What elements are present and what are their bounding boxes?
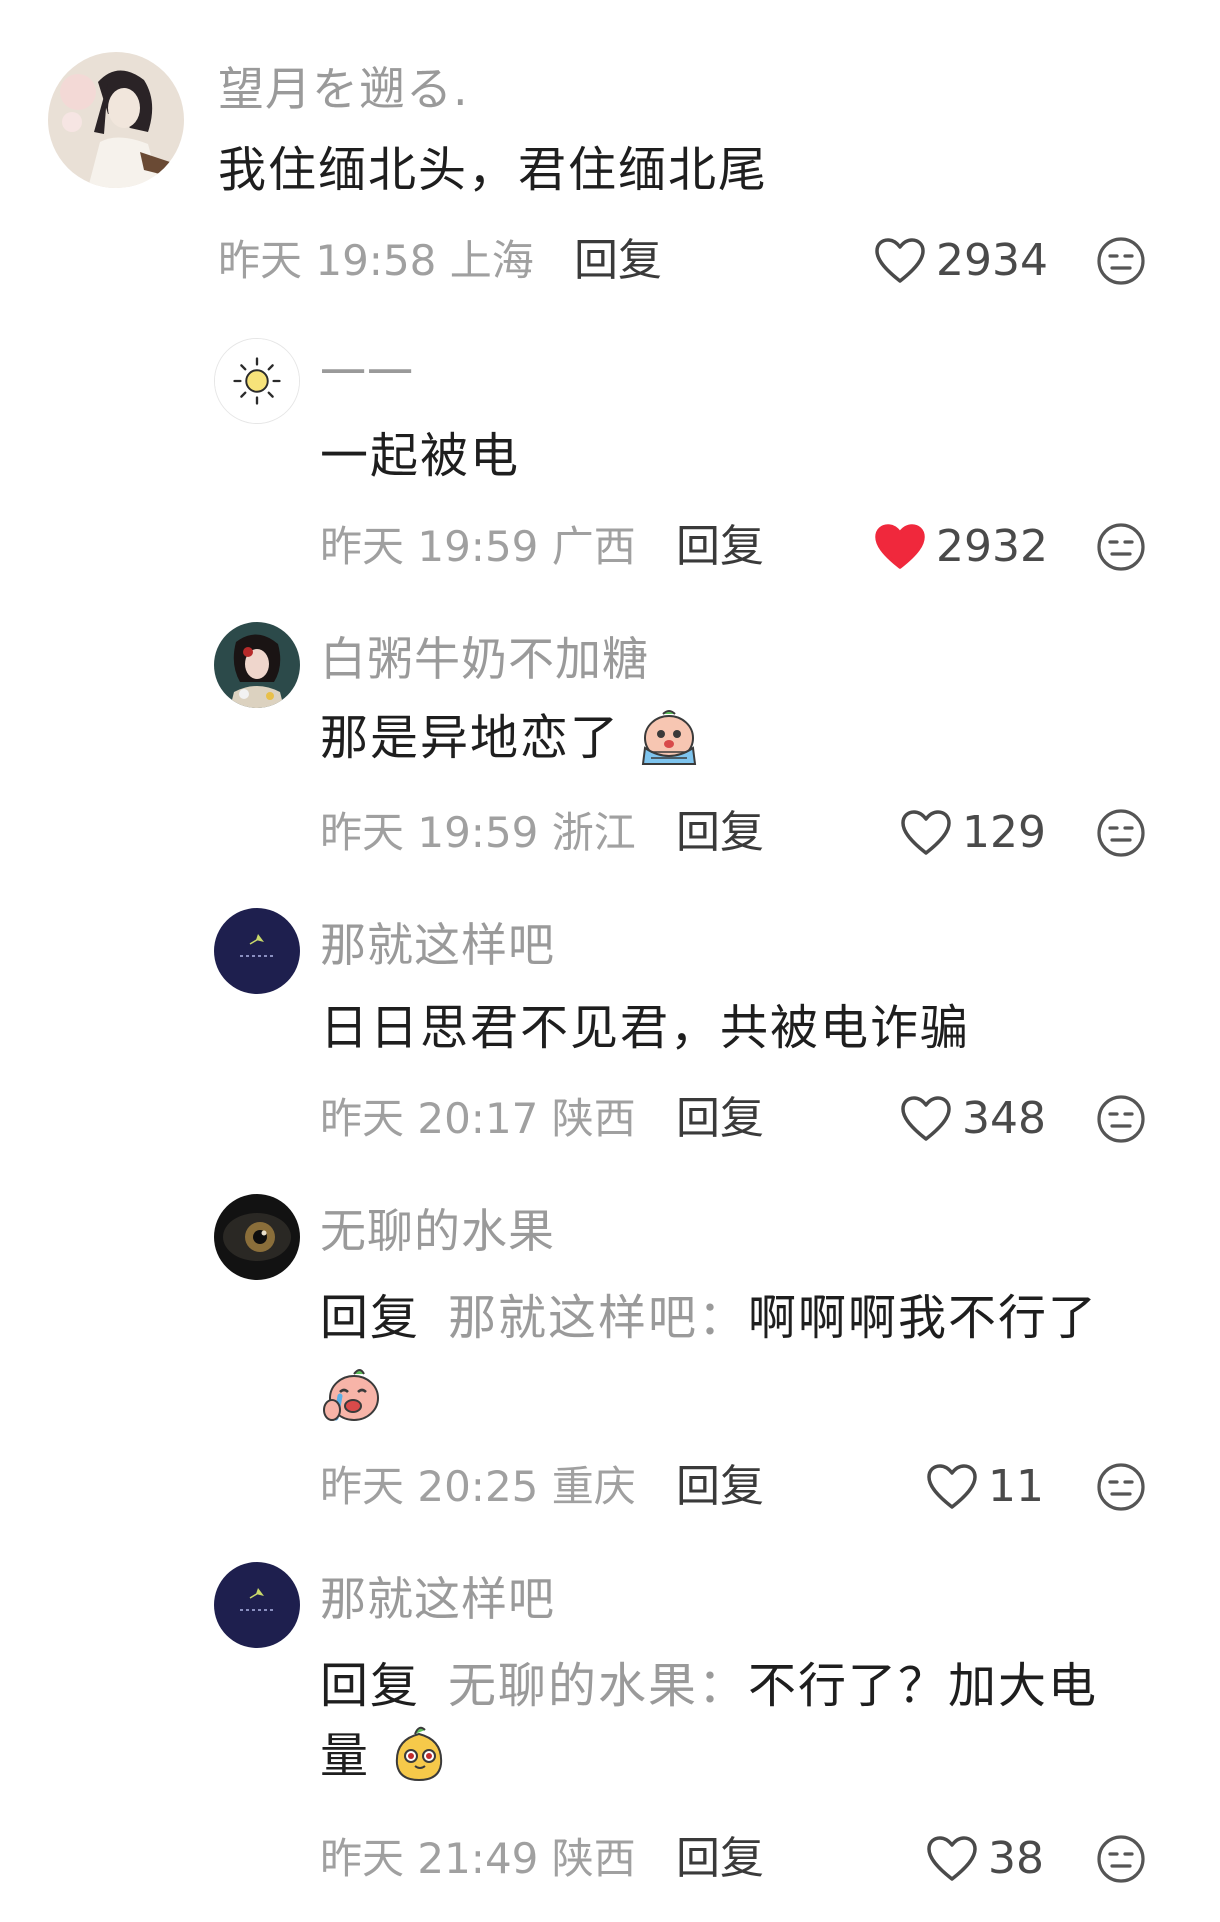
avatar[interactable]	[48, 52, 184, 188]
comment-text: 一起被电	[320, 428, 521, 484]
username[interactable]: 望月を遡る.	[218, 66, 469, 112]
dislike-face-icon	[1097, 1095, 1145, 1143]
like-button[interactable]: 348	[900, 1091, 1046, 1147]
comment-text-line2	[320, 1362, 384, 1426]
dislike-button[interactable]	[1096, 236, 1146, 286]
like-count: 2932	[936, 521, 1048, 572]
like-button[interactable]: 2932	[874, 519, 1048, 575]
like-button[interactable]: 2934	[874, 233, 1048, 289]
dislike-face-icon	[1097, 809, 1145, 857]
heart-icon	[901, 1096, 951, 1141]
crying-emoji	[637, 704, 701, 768]
comment-text: 日日思君不见君，共被电诈骗	[320, 1000, 971, 1056]
dislike-button[interactable]	[1096, 522, 1146, 572]
heart-icon	[927, 1464, 977, 1509]
comment-text: 我住缅北头，君住缅北尾	[218, 142, 769, 198]
avatar[interactable]	[214, 1562, 300, 1648]
heart-icon	[901, 810, 951, 855]
dislike-button[interactable]	[1096, 1462, 1146, 1512]
comment-meta: 昨天 20:17 陕西	[320, 1094, 636, 1143]
like-button[interactable]: 129	[900, 805, 1046, 861]
smug-emoji	[387, 1720, 451, 1784]
reply-target-link[interactable]: 那就这样吧：	[448, 1290, 748, 1346]
like-count: 38	[988, 1833, 1044, 1884]
reply-button[interactable]: 回复	[676, 811, 764, 855]
avatar[interactable]	[214, 622, 300, 708]
username[interactable]: 那就这样吧	[320, 922, 555, 968]
comment-text-body: 不行了？加大电	[748, 1658, 1099, 1714]
username[interactable]: 一一	[320, 350, 414, 396]
heart-icon	[875, 524, 925, 569]
reply-prefix: 回复	[320, 1658, 421, 1714]
username[interactable]: 白粥牛奶不加糖	[320, 636, 649, 682]
dislike-button[interactable]	[1096, 1834, 1146, 1884]
like-count: 348	[962, 1093, 1046, 1144]
comment-text: 回复 无聊的水果：不行了？加大电	[320, 1662, 1098, 1710]
comment-meta: 昨天 19:58 上海	[218, 236, 534, 285]
reply-button[interactable]: 回复	[676, 1837, 764, 1881]
dislike-face-icon	[1097, 237, 1145, 285]
sob-emoji	[320, 1362, 384, 1426]
avatar[interactable]	[214, 338, 300, 424]
dislike-face-icon	[1097, 523, 1145, 571]
dislike-button[interactable]	[1096, 1094, 1146, 1144]
username[interactable]: 那就这样吧	[320, 1576, 555, 1622]
comment-text-continued: 量	[320, 1728, 371, 1784]
comment-meta: 昨天 19:59 广西	[320, 522, 636, 571]
avatar[interactable]	[214, 1194, 300, 1280]
comment-text-line2: 量	[320, 1726, 451, 1784]
comment-meta: 昨天 19:59 浙江	[320, 808, 636, 857]
comment-meta: 昨天 20:25 重庆	[320, 1462, 636, 1511]
comment-text-body: 那是异地恋了	[320, 710, 621, 766]
reply-button[interactable]: 回复	[676, 1097, 764, 1141]
reply-target-link[interactable]: 无聊的水果：	[448, 1658, 748, 1714]
reply-button[interactable]: 回复	[676, 1465, 764, 1509]
like-button[interactable]: 38	[926, 1831, 1044, 1887]
like-button[interactable]: 11	[926, 1459, 1044, 1515]
like-count: 129	[962, 807, 1046, 858]
like-count: 2934	[936, 235, 1048, 286]
dislike-button[interactable]	[1096, 808, 1146, 858]
avatar[interactable]	[214, 908, 300, 994]
reply-prefix: 回复	[320, 1290, 421, 1346]
comment-text: 回复 那就这样吧：啊啊啊我不行了	[320, 1294, 1098, 1342]
dislike-face-icon	[1097, 1835, 1145, 1883]
heart-icon	[927, 1836, 977, 1881]
reply-button[interactable]: 回复	[574, 239, 662, 283]
comment-text-body: 啊啊啊我不行了	[748, 1290, 1099, 1346]
reply-button[interactable]: 回复	[676, 525, 764, 569]
heart-icon	[875, 238, 925, 283]
username[interactable]: 无聊的水果	[320, 1208, 555, 1254]
dislike-face-icon	[1097, 1463, 1145, 1511]
like-count: 11	[988, 1461, 1044, 1512]
comment-meta: 昨天 21:49 陕西	[320, 1834, 636, 1883]
comment-text: 那是异地恋了	[320, 710, 701, 768]
